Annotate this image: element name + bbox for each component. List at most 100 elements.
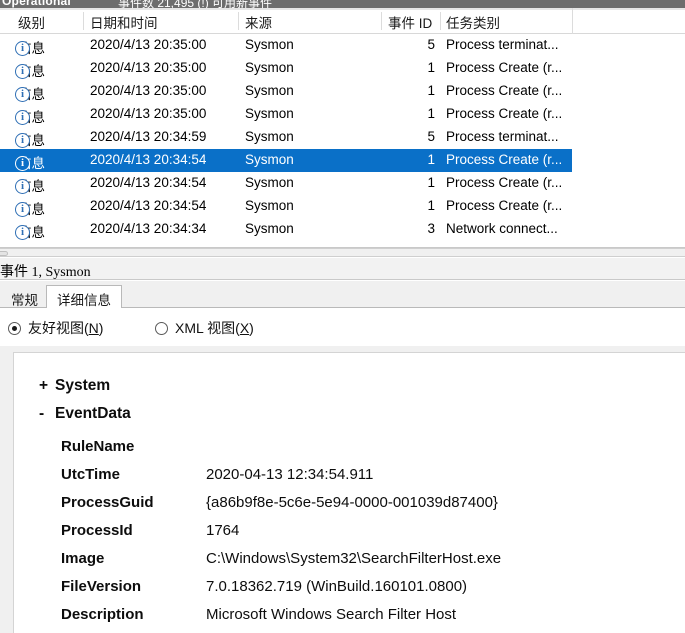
information-icon: i <box>15 179 30 194</box>
field-value: 7.0.18362.719 (WinBuild.160101.0800) <box>206 578 468 595</box>
table-row[interactable]: i 信息 2020/4/13 20:35:00 Sysmon 1 Process Crea… <box>0 57 685 80</box>
tab-details[interactable]: 详细信息 <box>46 285 122 309</box>
cell-event-id: 1 <box>427 198 435 213</box>
radio-mnemonic: N <box>88 320 99 336</box>
field-key: ProcessId <box>61 522 133 539</box>
cell-event-id: 5 <box>427 129 435 144</box>
field-value: C:\Windows\System32\SearchFilterHost.exe <box>206 550 502 567</box>
column-divider-4[interactable] <box>440 12 441 30</box>
column-divider-1[interactable] <box>83 12 84 30</box>
field-key: Description <box>61 606 144 623</box>
radio-button-indicator[interactable] <box>155 322 168 335</box>
log-name-label: Operational <box>2 0 71 8</box>
column-header-1[interactable]: 级别 <box>18 12 45 32</box>
table-row[interactable]: i 信息 2020/4/13 20:34:34 Sysmon 3 Network conn… <box>0 218 685 241</box>
splitter-handle[interactable] <box>0 251 8 256</box>
information-icon: i <box>15 87 30 102</box>
header-right-divider <box>572 8 573 34</box>
field-key: RuleName <box>61 438 135 455</box>
cell-source: Sysmon <box>245 83 294 98</box>
table-row[interactable]: i 信息 2020/4/13 20:34:54 Sysmon 1 Process Crea… <box>0 195 685 218</box>
cell-datetime: 2020/4/13 20:34:34 <box>90 221 207 236</box>
column-header-3[interactable]: 来源 <box>245 12 272 32</box>
cell-level: i 信息 <box>15 37 45 57</box>
radio-button-indicator[interactable] <box>8 322 21 335</box>
cell-task-category: Process Create (r... <box>446 60 563 75</box>
cell-task-category: Process terminat... <box>446 37 559 52</box>
event-list[interactable]: 级别 日期和时间 来源 事件 ID 任务类别 i 信息 2020/4/13 20:35:00… <box>0 8 685 249</box>
column-header-5[interactable]: 任务类别 <box>446 12 500 32</box>
cell-event-id: 1 <box>427 83 435 98</box>
radio-label: 友好视图( <box>28 320 89 336</box>
cell-datetime: 2020/4/13 20:35:00 <box>90 60 207 75</box>
cell-datetime: 2020/4/13 20:35:00 <box>90 83 207 98</box>
information-icon: i <box>15 110 30 125</box>
field-key: Image <box>61 550 105 567</box>
radio-label: XML 视图( <box>175 320 240 336</box>
table-row[interactable]: i 信息 2020/4/13 20:35:00 Sysmon 1 Process Crea… <box>0 80 685 103</box>
cell-event-id: 3 <box>427 221 435 236</box>
tree-node-label: System <box>55 377 111 394</box>
tab-general[interactable]: 常规 <box>0 285 49 309</box>
expand-icon[interactable]: + <box>39 377 55 395</box>
cell-source: Sysmon <box>245 106 294 121</box>
information-icon: i <box>15 156 30 171</box>
radio-friendly-view[interactable]: 友好视图(N) <box>8 318 103 338</box>
collapse-icon[interactable]: - <box>39 405 55 423</box>
cell-source: Sysmon <box>245 175 294 190</box>
tree-node-label: EventData <box>55 405 131 422</box>
tree-node-eventdata[interactable]: - EventData <box>39 405 131 423</box>
cell-source: Sysmon <box>245 152 294 167</box>
column-divider-2[interactable] <box>238 12 239 30</box>
field-value: 2020-04-13 12:34:54.911 <box>206 466 374 483</box>
cell-event-id: 1 <box>427 175 435 190</box>
table-row[interactable]: i 信息 2020/4/13 20:34:54 Sysmon 1 Process Crea… <box>0 149 685 172</box>
field-value: 1764 <box>206 522 240 539</box>
cell-level: i 信息 <box>15 152 45 172</box>
table-row[interactable]: i 信息 2020/4/13 20:35:00 Sysmon 5 Process term… <box>0 34 685 57</box>
column-header-4[interactable]: 事件 ID <box>388 12 432 32</box>
detail-content-box[interactable]: + System - EventData RuleName UtcTime 2020-04-… <box>13 352 685 633</box>
cell-task-category: Process Create (r... <box>446 83 563 98</box>
table-row[interactable]: i 信息 2020/4/13 20:35:00 Sysmon 1 Process Crea… <box>0 103 685 126</box>
information-icon: i <box>15 64 30 79</box>
field-value: Microsoft Windows Search Filter Host <box>206 606 457 623</box>
cell-level: i 信息 <box>15 60 45 80</box>
cell-datetime: 2020/4/13 20:35:00 <box>90 37 207 52</box>
column-divider-3[interactable] <box>381 12 382 30</box>
information-icon: i <box>15 41 30 56</box>
column-header-2[interactable]: 日期和时间 <box>90 12 158 32</box>
cell-task-category: Process Create (r... <box>446 198 563 213</box>
cell-source: Sysmon <box>245 37 294 52</box>
cell-datetime: 2020/4/13 20:35:00 <box>90 106 207 121</box>
log-status-text: 事件数 21,495 (!) 可用新事件 <box>118 0 273 8</box>
field-key: UtcTime <box>61 466 120 483</box>
table-row[interactable]: i 信息 2020/4/13 20:34:54 Sysmon 1 Process Crea… <box>0 172 685 195</box>
cell-datetime: 2020/4/13 20:34:54 <box>90 175 207 190</box>
cell-event-id: 5 <box>427 37 435 52</box>
cell-task-category: Process Create (r... <box>446 106 563 121</box>
information-icon: i <box>15 202 30 217</box>
cell-datetime: 2020/4/13 20:34:54 <box>90 198 207 213</box>
field-key: FileVersion <box>61 578 142 595</box>
cell-level: i 信息 <box>15 198 45 218</box>
cell-task-category: Process Create (r... <box>446 152 563 167</box>
cell-datetime: 2020/4/13 20:34:59 <box>90 129 207 144</box>
field-value: {a86b9f8e-5c6e-5e94-0000-001039d87400} <box>206 494 498 511</box>
tree-node-system[interactable]: + System <box>39 377 110 395</box>
cell-source: Sysmon <box>245 221 294 236</box>
table-row[interactable]: i 信息 2020/4/13 20:34:59 Sysmon 5 Process term… <box>0 126 685 149</box>
cell-level: i 信息 <box>15 106 45 126</box>
view-mode-group[interactable]: 友好视图(N) XML 视图(X) <box>0 308 685 346</box>
cell-event-id: 1 <box>427 60 435 75</box>
detail-tabstrip[interactable]: 常规 详细信息 <box>0 281 685 309</box>
cell-source: Sysmon <box>245 198 294 213</box>
radio-xml-view[interactable]: XML 视图(X) <box>155 318 254 338</box>
cell-source: Sysmon <box>245 60 294 75</box>
pane-splitter[interactable] <box>0 248 685 257</box>
field-key: ProcessGuid <box>61 494 154 511</box>
event-list-rows[interactable]: i 信息 2020/4/13 20:35:00 Sysmon 5 Process term… <box>0 34 685 240</box>
radio-mnemonic: X <box>239 320 250 336</box>
cell-level: i 信息 <box>15 129 45 149</box>
event-list-header[interactable]: 级别 日期和时间 来源 事件 ID 任务类别 <box>0 8 685 34</box>
